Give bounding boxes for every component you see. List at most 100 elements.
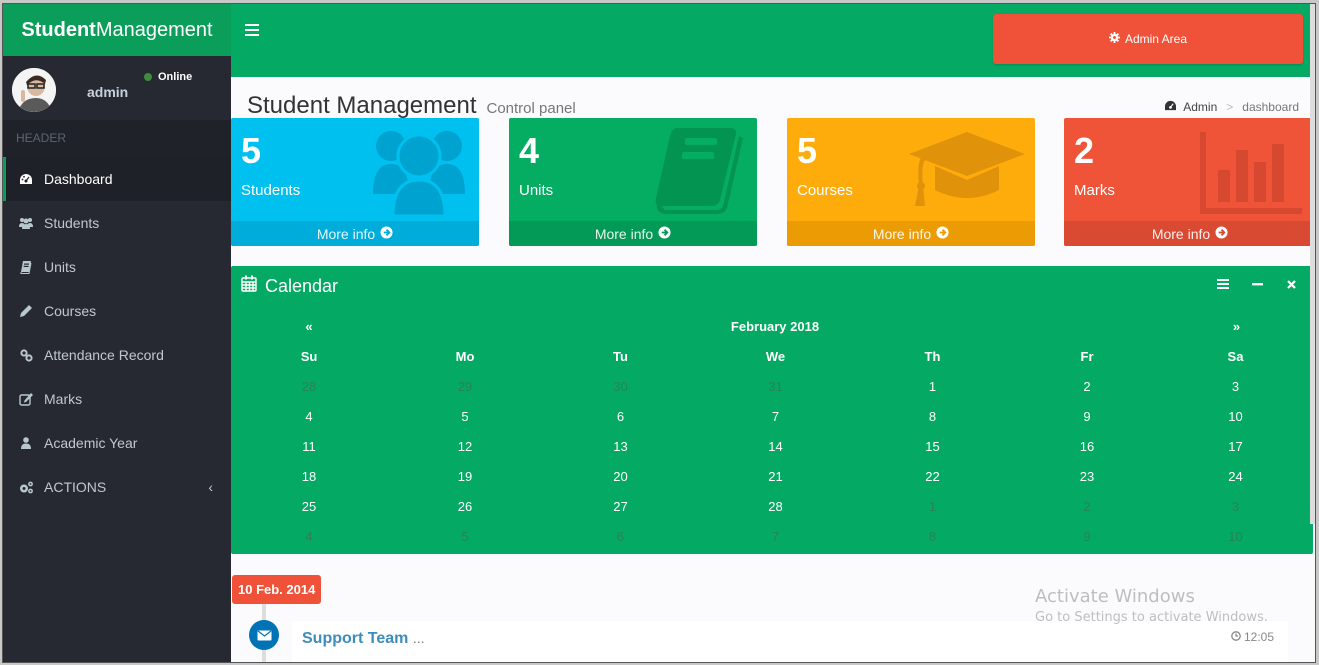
- calendar-week-row: 4 5 6 7 8 9 10: [231, 521, 1313, 551]
- more-info-link[interactable]: More info: [787, 221, 1035, 246]
- sidebar-item-label: Dashboard: [44, 171, 113, 187]
- close-icon[interactable]: [1285, 278, 1297, 290]
- calendar-day-other-month[interactable]: 4: [231, 529, 387, 544]
- sidebar-header: HEADER: [3, 120, 231, 157]
- calendar-day-other-month[interactable]: 28: [231, 379, 387, 394]
- sidebar-item-units[interactable]: Units: [3, 245, 231, 289]
- calendar-week-row: 18 19 20 21 22 23 24: [231, 461, 1313, 491]
- calendar-day-other-month[interactable]: 10: [1162, 529, 1309, 544]
- calendar-day[interactable]: 20: [543, 469, 698, 484]
- calendar-title: Calendar: [265, 275, 339, 296]
- calendar-day-other-month[interactable]: 29: [387, 379, 543, 394]
- menu-icon[interactable]: [1217, 278, 1229, 290]
- timeline-item-title-text: Support Team: [302, 630, 409, 647]
- calendar-day[interactable]: 9: [1012, 409, 1162, 424]
- page-subtitle: Control panel: [486, 100, 576, 117]
- calendar-day[interactable]: 4: [231, 409, 387, 424]
- weekday-label: Mo: [455, 348, 475, 364]
- sidebar-item-label: Marks: [44, 391, 83, 407]
- calendar-day[interactable]: 27: [543, 499, 698, 514]
- breadcrumb-current: dashboard: [1242, 100, 1299, 114]
- calendar-day[interactable]: 7: [698, 409, 853, 424]
- watermark-title: Activate Windows: [1035, 586, 1195, 607]
- sidebar-item-courses[interactable]: Courses: [3, 289, 231, 333]
- calendar-day[interactable]: 3: [1162, 379, 1309, 394]
- admin-area-button[interactable]: Admin Area: [993, 14, 1303, 64]
- brand-bold: Student: [21, 18, 96, 41]
- weekday-label: Fr: [1080, 348, 1094, 364]
- timeline-date-label: 10 Feb. 2014: [232, 575, 322, 604]
- more-info-link[interactable]: More info: [231, 221, 479, 246]
- sidebar-item-actions[interactable]: ACTIONS ‹: [3, 465, 231, 509]
- calendar-day[interactable]: 26: [387, 499, 543, 514]
- calendar-day[interactable]: 11: [231, 439, 387, 454]
- timeline-item-title[interactable]: Support Team ...: [302, 630, 425, 648]
- sidebar-item-students[interactable]: Students: [3, 201, 231, 245]
- arrow-circle-right-icon: [936, 225, 949, 242]
- calendar-day[interactable]: 18: [231, 469, 387, 484]
- stat-label: Courses: [797, 182, 853, 199]
- calendar-day[interactable]: 23: [1012, 469, 1162, 484]
- arrow-circle-right-icon: [658, 225, 671, 242]
- sidebar-item-attendance-record[interactable]: Attendance Record: [3, 333, 231, 377]
- sidebar-item-marks[interactable]: Marks: [3, 377, 231, 421]
- user-icon: [18, 436, 34, 450]
- calendar-day-other-month[interactable]: 30: [543, 379, 698, 394]
- calendar-week-row: 25 26 27 28 1 2 3: [231, 491, 1313, 521]
- calendar-day-other-month[interactable]: 9: [1012, 529, 1162, 544]
- more-info-link[interactable]: More info: [509, 221, 757, 246]
- calendar-day[interactable]: 22: [853, 469, 1012, 484]
- calendar-day[interactable]: 14: [698, 439, 853, 454]
- timeline-time-text: 12:05: [1243, 630, 1274, 644]
- calendar-day[interactable]: 28: [698, 499, 853, 514]
- calendar-day-other-month[interactable]: 5: [387, 529, 543, 544]
- calendar-day[interactable]: 13: [543, 439, 698, 454]
- calendar-day[interactable]: 1: [853, 379, 1012, 394]
- gear-icon: [1108, 32, 1120, 46]
- calendar-day-other-month[interactable]: 6: [543, 529, 698, 544]
- sidebar-menu: Dashboard Students Units Courses Attenda…: [3, 157, 231, 509]
- calendar-day[interactable]: 15: [853, 439, 1012, 454]
- calendar-day-other-month[interactable]: 7: [698, 529, 853, 544]
- prev-month-button[interactable]: «: [231, 319, 387, 334]
- stat-label: Students: [241, 182, 301, 199]
- sidebar-item-label: Courses: [44, 303, 97, 319]
- calendar-day[interactable]: 21: [698, 469, 853, 484]
- breadcrumb-home[interactable]: Admin: [1183, 100, 1217, 114]
- stat-label: Marks: [1074, 182, 1115, 199]
- link-icon: [18, 348, 34, 362]
- calendar-day[interactable]: 19: [387, 469, 543, 484]
- sidebar-item-label: Attendance Record: [44, 347, 164, 363]
- calendar-month-label[interactable]: February 2018: [387, 319, 1163, 334]
- sidebar-item-academic-year[interactable]: Academic Year: [3, 421, 231, 465]
- brand-logo[interactable]: Student Management: [3, 4, 231, 56]
- calendar-week-row: 28 29 30 31 1 2 3: [231, 371, 1313, 401]
- arrow-circle-right-icon: [1215, 225, 1228, 242]
- calendar-day[interactable]: 17: [1162, 439, 1309, 454]
- next-month-button[interactable]: »: [1163, 319, 1310, 334]
- calendar-week-row: 4 5 6 7 8 9 10: [231, 401, 1313, 431]
- calendar-day[interactable]: 12: [387, 439, 543, 454]
- calendar-day-other-month[interactable]: 31: [698, 379, 853, 394]
- calendar-day[interactable]: 8: [853, 409, 1012, 424]
- page-scrollbar[interactable]: [1310, 4, 1315, 524]
- edit-icon: [18, 392, 34, 406]
- sidebar-toggle-icon[interactable]: [245, 24, 259, 36]
- more-info-link[interactable]: More info: [1064, 221, 1315, 246]
- calendar-day[interactable]: 5: [387, 409, 543, 424]
- calendar-day[interactable]: 24: [1162, 469, 1309, 484]
- calendar-day[interactable]: 10: [1162, 409, 1309, 424]
- calendar-day[interactable]: 16: [1012, 439, 1162, 454]
- minimize-icon[interactable]: [1251, 278, 1263, 290]
- calendar-day-other-month[interactable]: 8: [853, 529, 1012, 544]
- calendar-day[interactable]: 25: [231, 499, 387, 514]
- calendar-day[interactable]: 2: [1012, 379, 1162, 394]
- calendar-day-other-month[interactable]: 3: [1162, 499, 1309, 514]
- calendar-day-other-month[interactable]: 2: [1012, 499, 1162, 514]
- calendar-day[interactable]: 6: [543, 409, 698, 424]
- calendar-day-other-month[interactable]: 1: [853, 499, 1012, 514]
- sidebar-item-label: ACTIONS: [44, 479, 107, 495]
- sidebar-item-label: Units: [44, 259, 76, 275]
- sidebar-item-dashboard[interactable]: Dashboard: [3, 157, 231, 201]
- brand-light: Management: [95, 18, 213, 41]
